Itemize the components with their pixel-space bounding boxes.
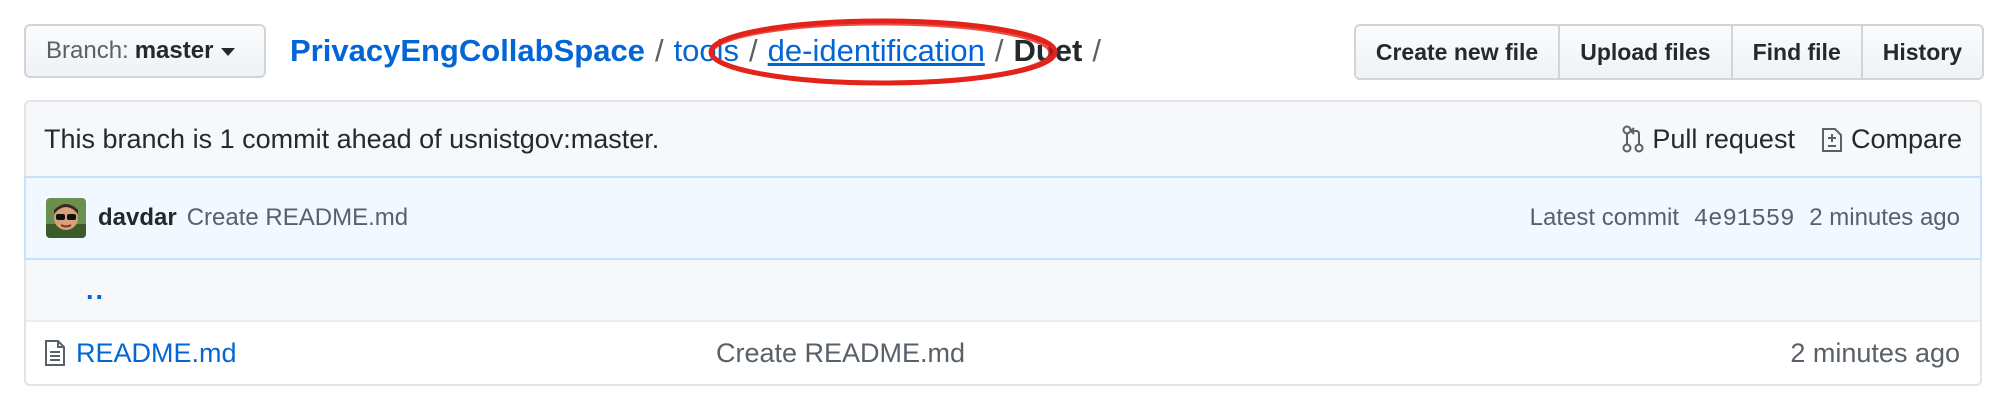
commit-sha[interactable]: 4e91559 (1694, 206, 1795, 233)
commit-author[interactable]: davdar (98, 204, 177, 232)
file-icon (44, 339, 66, 367)
diff-icon (1821, 128, 1842, 152)
branch-label: Branch: (46, 37, 129, 64)
author-avatar[interactable] (46, 198, 86, 238)
pull-request-link[interactable]: Pull request (1622, 124, 1795, 155)
repo-file-browser: Branch: master PrivacyEngCollabSpace / t… (0, 0, 2004, 408)
table-row: README.md Create README.md 2 minutes ago (26, 322, 1980, 384)
file-commit-message[interactable]: Create README.md (716, 338, 1790, 369)
pull-request-label: Pull request (1652, 123, 1795, 154)
parent-directory-link[interactable]: .. (86, 275, 105, 306)
breadcrumb-repo-link[interactable]: PrivacyEngCollabSpace (290, 33, 645, 69)
commit-message[interactable]: Create README.md (187, 204, 408, 232)
history-button[interactable]: History (1860, 26, 1982, 78)
upload-files-button[interactable]: Upload files (1558, 26, 1731, 78)
find-file-button[interactable]: Find file (1730, 26, 1861, 78)
breadcrumb-separator: / (654, 33, 664, 68)
compare-label: Compare (1850, 123, 1962, 154)
file-list: .. README.md Create README.md 2 minutes … (24, 260, 1982, 386)
file-age: 2 minutes ago (1790, 337, 1960, 368)
branch-infobar: This branch is 1 commit ahead of usnistg… (24, 100, 1982, 176)
branch-infobar-actions: Pull request Compare (1596, 124, 1962, 155)
breadcrumb-de-identification-link[interactable]: de-identification (768, 33, 985, 69)
parent-directory-row: .. (26, 260, 1980, 322)
breadcrumb-separator: / (994, 33, 1004, 68)
breadcrumb-separator: / (749, 33, 758, 68)
avatar-image (46, 198, 86, 238)
compare-link[interactable]: Compare (1821, 124, 1962, 155)
breadcrumb-tools-link[interactable]: tools (674, 33, 739, 69)
latest-commit-bar: davdar Create README.md Latest commit 4e… (24, 176, 1982, 260)
branch-ahead-message: This branch is 1 commit ahead of usnistg… (44, 123, 660, 154)
breadcrumb-trailing-separator: / (1092, 33, 1101, 68)
breadcrumb: PrivacyEngCollabSpace / tools / de-ident… (290, 24, 1111, 78)
file-name-link[interactable]: README.md (76, 338, 716, 369)
latest-commit-label: Latest commit (1529, 203, 1680, 231)
file-actions-group: Create new file Upload files Find file H… (1353, 24, 1984, 80)
git-pull-request-icon (1622, 125, 1644, 153)
commit-age: 2 minutes ago (1809, 203, 1960, 231)
create-new-file-button[interactable]: Create new file (1355, 26, 1559, 78)
branch-name: master (134, 37, 214, 64)
commit-meta: Latest commit 4e91559 2 minutes ago (1530, 204, 1960, 233)
caret-down-icon (221, 48, 236, 56)
commit-summary: davdar Create README.md (46, 198, 408, 238)
breadcrumb-current-folder: Duet (1013, 33, 1083, 68)
branch-select-button[interactable]: Branch: master (24, 24, 266, 78)
